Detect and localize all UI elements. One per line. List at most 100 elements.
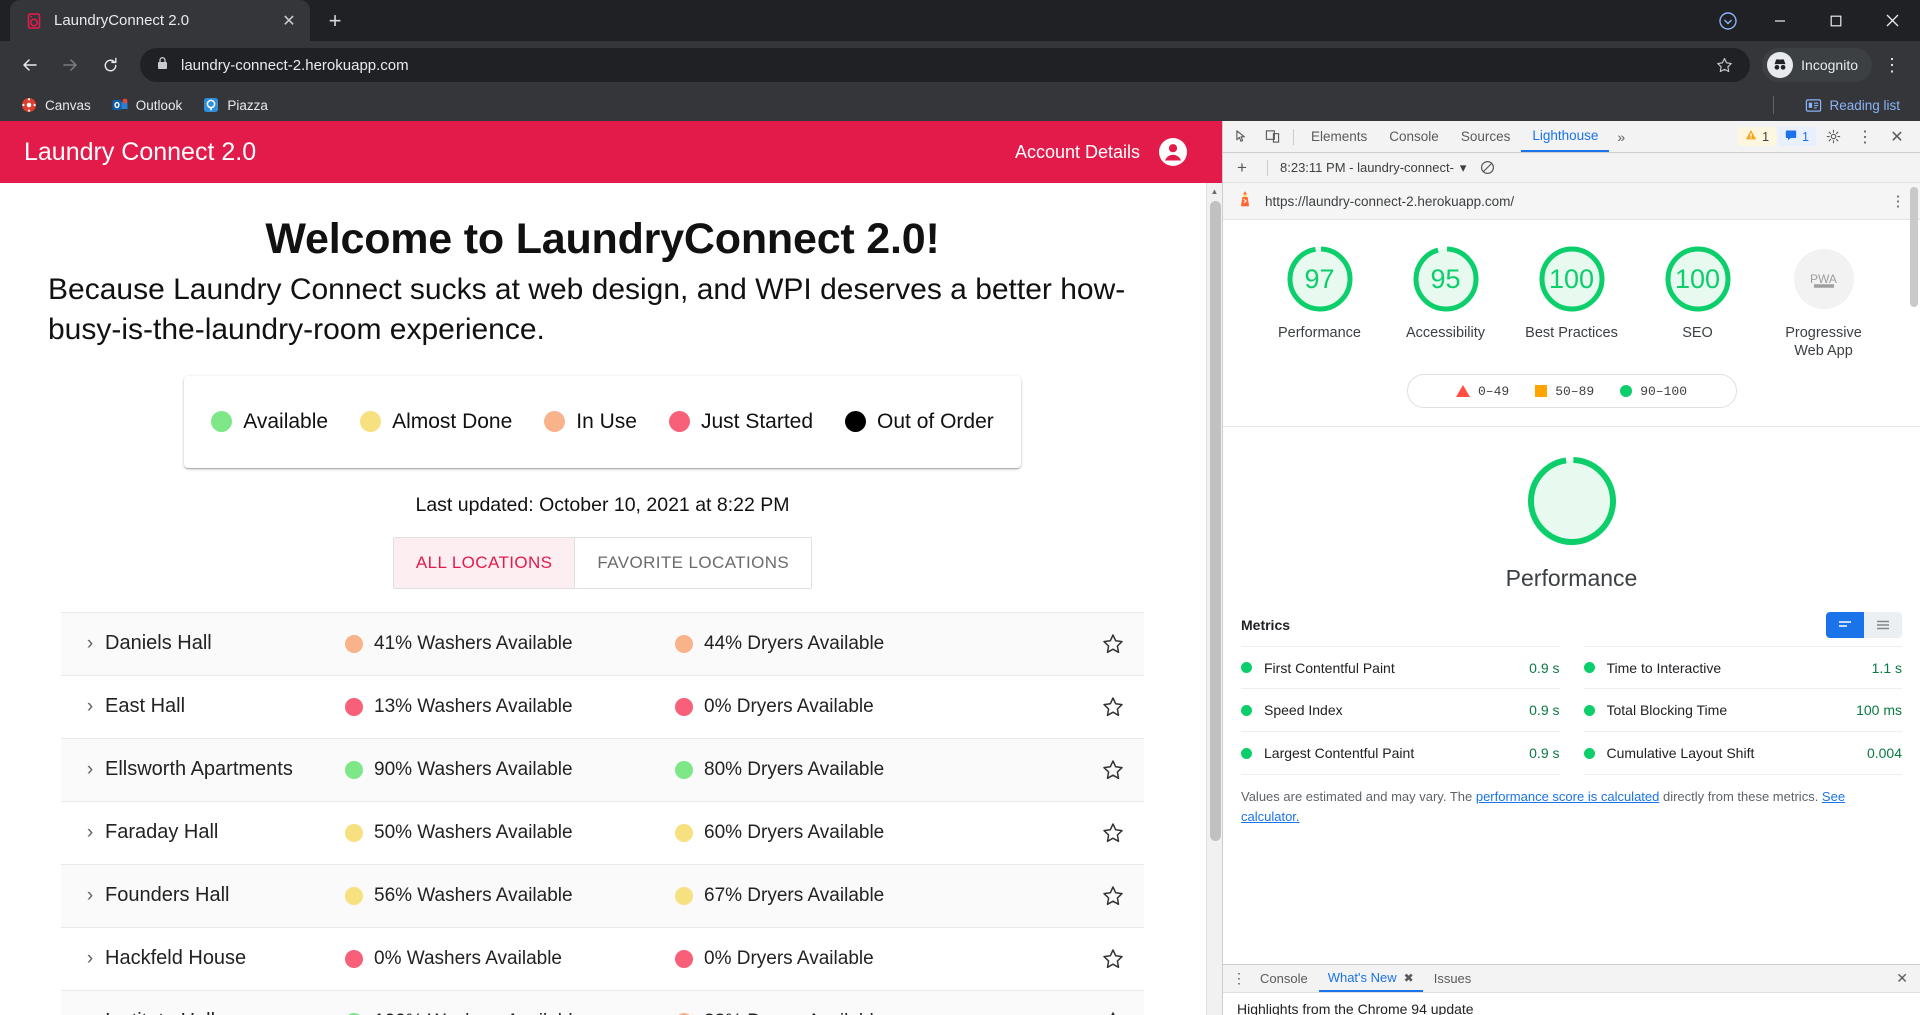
chevron-right-icon[interactable]: › <box>75 822 105 844</box>
gauge-performance[interactable]: 97 Performance <box>1272 242 1368 360</box>
metric-value: 0.9 s <box>1529 659 1560 676</box>
tab-elements[interactable]: Elements <box>1300 121 1378 152</box>
warning-count: 1 <box>1762 129 1770 144</box>
update-chrome-icon[interactable] <box>1704 0 1752 41</box>
scrollbar-thumb[interactable] <box>1910 187 1918 307</box>
drawer-tab-console[interactable]: Console <box>1251 965 1317 992</box>
table-row[interactable]: › East Hall 13% Washers Available 0% Dry… <box>61 675 1144 739</box>
scroll-up-arrow[interactable]: ▲ <box>1207 183 1222 199</box>
status-dot <box>675 823 693 842</box>
chevron-right-icon[interactable]: › <box>75 948 105 970</box>
star-outline-icon[interactable] <box>1100 883 1126 909</box>
drawer-tab-issues[interactable]: Issues <box>1425 965 1481 992</box>
devtools-menu-button[interactable]: ⋮ <box>1850 123 1880 151</box>
close-icon[interactable]: ✖ <box>1404 971 1414 985</box>
lighthouse-url-bar: https://laundry-connect-2.herokuapp.com/… <box>1223 183 1920 220</box>
washer-text: 56% Washers Available <box>374 884 573 906</box>
filmstrip-view-button[interactable] <box>1864 612 1902 639</box>
metric-value: 1.1 s <box>1871 659 1902 676</box>
profile-button[interactable]: Incognito <box>1762 48 1872 82</box>
chevron-down-icon[interactable]: ▾ <box>1460 160 1467 176</box>
dryer-text: 44% Dryers Available <box>704 632 885 654</box>
browser-tab[interactable]: LaundryConnect 2.0 ✕ <box>10 0 310 41</box>
browser-menu-button[interactable]: ⋮ <box>1876 47 1908 83</box>
chevron-right-icon[interactable]: › <box>75 885 105 907</box>
chevron-right-icon[interactable]: › <box>75 759 105 781</box>
gauge-best-practices[interactable]: 100 Best Practices <box>1524 242 1620 360</box>
clear-icon[interactable] <box>1472 154 1502 182</box>
table-row[interactable]: › Daniels Hall 41% Washers Available 44%… <box>61 612 1144 676</box>
gauge-accessibility[interactable]: 95 Accessibility <box>1398 242 1494 360</box>
close-window-button[interactable] <box>1864 0 1920 41</box>
chevron-right-icon[interactable]: › <box>75 696 105 718</box>
drawer-close-button[interactable]: ✕ <box>1896 970 1914 987</box>
report-selector[interactable]: 8:23:11 PM - laundry-connect- ▾ <box>1280 160 1466 176</box>
legend-range-average: 50–89 <box>1535 384 1594 399</box>
device-toolbar-icon[interactable] <box>1257 123 1287 151</box>
washer-status: 0% Washers Available <box>345 948 675 970</box>
back-button[interactable] <box>12 47 48 83</box>
list-item: Speed Index 0.9 s <box>1241 689 1560 733</box>
devtools-panel: Elements Console Sources Lighthouse » 1 <box>1222 121 1920 1015</box>
gauge-label: Accessibility <box>1406 325 1485 341</box>
scrollbar-thumb[interactable] <box>1210 201 1221 841</box>
warnings-badge[interactable]: 1 <box>1738 127 1777 146</box>
star-outline-icon[interactable] <box>1100 946 1126 972</box>
new-tab-button[interactable]: + <box>318 4 352 38</box>
page-content: Welcome to LaundryConnect 2.0! Because L… <box>0 183 1222 1015</box>
gauge-seo[interactable]: 100 SEO <box>1650 242 1746 360</box>
legend-range-label: 90–100 <box>1640 383 1688 399</box>
chevron-right-icon[interactable]: › <box>75 633 105 655</box>
forward-button[interactable] <box>52 47 88 83</box>
tab-console[interactable]: Console <box>1378 121 1450 152</box>
tab-lighthouse[interactable]: Lighthouse <box>1521 121 1610 152</box>
star-outline-icon[interactable] <box>1100 820 1126 846</box>
table-row[interactable]: › Founders Hall 56% Washers Available 67… <box>61 864 1144 928</box>
performance-score-link[interactable]: performance score is calculated <box>1476 789 1660 804</box>
table-row[interactable]: › Institute Hall 100% Washers Available … <box>61 990 1144 1015</box>
new-report-button[interactable]: + <box>1229 156 1255 180</box>
reload-button[interactable] <box>92 47 128 83</box>
metrics-view-toggle[interactable] <box>1826 612 1902 639</box>
table-row[interactable]: › Faraday Hall 50% Washers Available 60%… <box>61 801 1144 865</box>
star-outline-icon[interactable] <box>1100 694 1126 720</box>
star-outline-icon[interactable] <box>1100 757 1126 783</box>
bookmark-outlook[interactable]: Outlook <box>103 92 191 118</box>
page-scrollbar[interactable]: ▲ <box>1206 183 1222 1015</box>
tab-favorite-locations[interactable]: FAVORITE LOCATIONS <box>574 537 812 588</box>
inspect-cursor-icon[interactable] <box>1227 123 1257 151</box>
bookmark-canvas[interactable]: Canvas <box>12 92 99 118</box>
minimize-button[interactable] <box>1752 0 1808 41</box>
star-outline-icon[interactable] <box>1100 1009 1126 1015</box>
chevron-right-icon[interactable]: › <box>75 1011 105 1015</box>
gauge-pwa[interactable]: PWA Progressive Web App <box>1776 242 1872 360</box>
account-details-button[interactable]: Account Details <box>1015 137 1188 167</box>
report-menu-button[interactable]: ⋮ <box>1890 192 1906 210</box>
drawer-menu-button[interactable]: ⋮ <box>1229 970 1249 987</box>
gauge-circle: PWA <box>1787 242 1861 316</box>
gauge-circle: 95 <box>1409 242 1483 316</box>
bookmark-piazza[interactable]: Piazza <box>194 92 276 118</box>
devtools-close-button[interactable]: ✕ <box>1882 123 1912 151</box>
maximize-button[interactable] <box>1808 0 1864 41</box>
more-tabs-button[interactable]: » <box>1609 123 1633 151</box>
close-icon[interactable]: ✕ <box>278 10 300 32</box>
browser-window: LaundryConnect 2.0 ✕ + laundry-connect-2… <box>0 0 1920 1015</box>
table-row[interactable]: › Hackfeld House 0% Washers Available 0%… <box>61 927 1144 991</box>
list-view-button[interactable] <box>1826 612 1864 639</box>
star-outline-icon[interactable] <box>1100 631 1126 657</box>
reading-list-button[interactable]: Reading list <box>1796 92 1908 118</box>
star-icon[interactable] <box>1712 53 1736 77</box>
washer-status: 13% Washers Available <box>345 696 675 718</box>
tab-sources[interactable]: Sources <box>1450 121 1522 152</box>
drawer-tab-whats-new[interactable]: What's New ✖ <box>1318 965 1423 992</box>
tab-all-locations[interactable]: ALL LOCATIONS <box>393 537 575 588</box>
gear-icon[interactable] <box>1818 123 1848 151</box>
legend-item: Just Started <box>668 410 813 434</box>
location-name: East Hall <box>105 695 186 718</box>
lighthouse-scrollbar[interactable]: ▲ <box>1907 183 1920 964</box>
table-row[interactable]: › Ellsworth Apartments 90% Washers Avail… <box>61 738 1144 802</box>
note-prefix: Values are estimated and may vary. The <box>1241 789 1476 805</box>
messages-badge[interactable]: 1 <box>1778 127 1816 146</box>
address-bar[interactable]: laundry-connect-2.herokuapp.com <box>140 48 1751 82</box>
